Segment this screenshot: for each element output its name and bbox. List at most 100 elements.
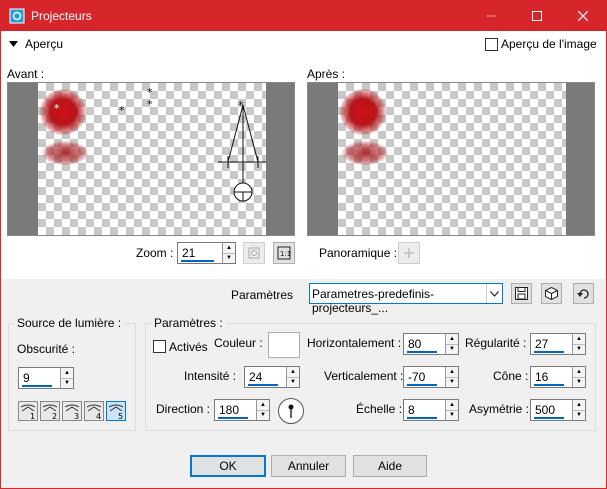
spin-down-icon[interactable]: ▼ xyxy=(573,345,585,355)
horizontal-spinner[interactable]: 80 ▲ ▼ xyxy=(403,333,459,355)
spin-up-icon[interactable]: ▲ xyxy=(573,334,585,345)
minimize-icon xyxy=(486,15,496,17)
spotlight-icon: 5 xyxy=(108,404,124,421)
zoom-value[interactable]: 21 xyxy=(182,246,195,260)
asymmetry-value[interactable]: 500 xyxy=(535,403,555,417)
preview-header: Aperçu Aperçu de l'image xyxy=(1,31,606,57)
spin-down-icon[interactable]: ▼ xyxy=(61,379,73,389)
asymmetry-label: Asymétrie : xyxy=(469,402,530,416)
intensity-label: Intensité : xyxy=(184,369,237,383)
direction-dial[interactable] xyxy=(278,398,304,424)
intensity-spinner[interactable]: 24 ▲ ▼ xyxy=(244,366,300,388)
presets-combobox[interactable]: Parametres-predefinis-projecteurs_... xyxy=(309,283,503,315)
intensity-value[interactable]: 24 xyxy=(249,370,262,384)
direction-spinner[interactable]: 180 ▲ ▼ xyxy=(214,399,270,421)
spin-down-icon[interactable]: ▼ xyxy=(573,411,585,421)
dialog-window: Projecteurs Aperçu Aperçu de l'image Ava… xyxy=(0,0,607,489)
color-label: Couleur : xyxy=(214,336,263,350)
close-button[interactable] xyxy=(560,1,606,31)
spin-up-icon[interactable]: ▲ xyxy=(573,400,585,411)
horizontal-value[interactable]: 80 xyxy=(408,337,421,351)
pan-label: Panoramique : xyxy=(319,246,398,260)
title-bar[interactable]: Projecteurs xyxy=(1,1,606,31)
light-source-number: 4 xyxy=(96,412,101,420)
light-handles[interactable]: * * * * * xyxy=(38,83,266,235)
spin-down-icon[interactable]: ▼ xyxy=(446,345,458,355)
close-icon xyxy=(578,11,588,21)
ok-button[interactable]: OK xyxy=(190,455,266,477)
spin-down-icon[interactable]: ▼ xyxy=(446,378,458,388)
light-source-number: 2 xyxy=(52,412,57,420)
dropdown-button[interactable] xyxy=(486,284,502,303)
help-button[interactable]: Aide xyxy=(353,455,427,477)
light-source-button-4[interactable]: 4 xyxy=(84,401,104,421)
spin-down-icon[interactable]: ▼ xyxy=(573,378,585,388)
zoom-label: Zoom : xyxy=(136,246,174,260)
actives-checkbox[interactable] xyxy=(153,340,166,353)
spotlight-icon: 4 xyxy=(86,404,102,421)
random-button[interactable] xyxy=(541,283,562,304)
spin-up-icon[interactable]: ▲ xyxy=(287,367,299,378)
light-source-number: 3 xyxy=(74,412,79,420)
spin-down-icon[interactable]: ▼ xyxy=(287,378,299,388)
actives-label: Activés xyxy=(169,340,208,354)
maximize-button[interactable] xyxy=(514,1,560,31)
spin-up-icon[interactable]: ▲ xyxy=(446,334,458,345)
vertical-value[interactable]: -70 xyxy=(408,370,425,384)
light-source-number: 1 xyxy=(30,412,35,420)
minimize-button[interactable] xyxy=(468,1,514,31)
spin-up-icon[interactable]: ▲ xyxy=(446,367,458,378)
window-title: Projecteurs xyxy=(31,9,92,23)
darkness-value[interactable]: 9 xyxy=(23,371,30,385)
spin-down-icon[interactable]: ▼ xyxy=(223,254,235,264)
spin-down-icon[interactable]: ▼ xyxy=(257,411,269,421)
before-label: Avant : xyxy=(7,67,45,81)
zoom-spinner[interactable]: 21 ▲ ▼ xyxy=(177,242,236,264)
scale-label: Échelle : xyxy=(356,402,403,416)
scale-value[interactable]: 8 xyxy=(408,403,415,417)
svg-text:*: * xyxy=(147,98,153,111)
vertical-spinner[interactable]: -70 ▲ ▼ xyxy=(403,366,459,388)
spin-up-icon[interactable]: ▲ xyxy=(446,400,458,411)
before-canvas[interactable]: * * * * * xyxy=(38,83,266,235)
zoom-1-1-icon: 1:1 xyxy=(277,246,291,260)
cone-value[interactable]: 16 xyxy=(535,370,548,384)
spin-down-icon[interactable]: ▼ xyxy=(446,411,458,421)
light-source-button-1[interactable]: 1 xyxy=(18,401,38,421)
spin-up-icon[interactable]: ▲ xyxy=(223,243,235,254)
cone-label: Cône : xyxy=(493,369,529,383)
light-reflection xyxy=(342,141,388,165)
scale-spinner[interactable]: 8 ▲ ▼ xyxy=(403,399,459,421)
cone-spinner[interactable]: 16 ▲ ▼ xyxy=(530,366,586,388)
light-source-button-5[interactable]: 5 xyxy=(106,401,126,421)
pan-icon xyxy=(404,248,414,258)
svg-text:*: * xyxy=(119,104,125,117)
light-spot xyxy=(340,89,386,135)
color-swatch[interactable] xyxy=(268,332,300,358)
after-canvas xyxy=(338,83,566,235)
zoom-fit-button[interactable] xyxy=(243,242,265,264)
image-preview-checkbox[interactable] xyxy=(485,38,498,51)
direction-value[interactable]: 180 xyxy=(219,403,239,417)
darkness-spinner[interactable]: 9 ▲ ▼ xyxy=(18,367,74,389)
spin-up-icon[interactable]: ▲ xyxy=(257,400,269,411)
light-source-button-3[interactable]: 3 xyxy=(62,401,82,421)
direction-arrow-icon xyxy=(288,404,294,418)
regularity-spinner[interactable]: 27 ▲ ▼ xyxy=(530,333,586,355)
before-preview[interactable]: * * * * * xyxy=(7,82,295,236)
spin-up-icon[interactable]: ▲ xyxy=(61,368,73,379)
pan-button[interactable] xyxy=(398,242,420,264)
save-preset-button[interactable] xyxy=(511,283,532,304)
cancel-button[interactable]: Annuler xyxy=(271,455,346,477)
dice-icon xyxy=(545,287,558,300)
reset-button[interactable] xyxy=(573,283,594,304)
light-source-button-2[interactable]: 2 xyxy=(40,401,60,421)
asymmetry-spinner[interactable]: 500 ▲ ▼ xyxy=(530,399,586,421)
regularity-value[interactable]: 27 xyxy=(535,337,548,351)
save-icon xyxy=(515,287,528,300)
zoom-actual-button[interactable]: 1:1 xyxy=(273,242,295,264)
spin-up-icon[interactable]: ▲ xyxy=(573,367,585,378)
reset-icon xyxy=(577,289,589,299)
app-icon xyxy=(9,8,25,24)
collapse-triangle-icon[interactable] xyxy=(9,41,18,48)
